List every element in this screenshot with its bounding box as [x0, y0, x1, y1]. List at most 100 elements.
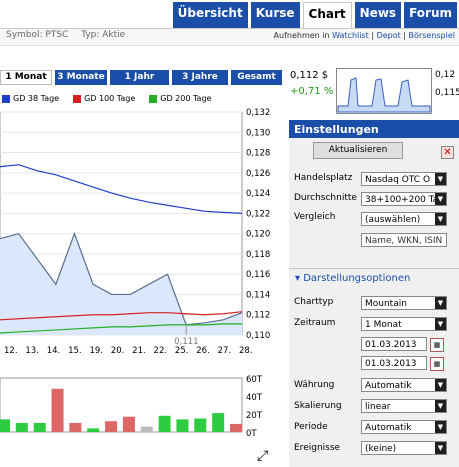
x-tick-label: 15. [68, 346, 82, 356]
price-chart[interactable]: 0,132 0,130 0,128 0,126 0,124 0,122 0,120 0,118… [0, 108, 285, 448]
legend-swatch-gd38 [2, 94, 10, 103]
price-value: 0,112 $ [290, 70, 329, 81]
vergleich-select[interactable]: (auswählen) ▼ [361, 212, 447, 226]
sparkline[interactable] [336, 68, 432, 114]
chart-legend: GD 38 Tage GD 100 Tage GD 200 Tage [2, 94, 211, 103]
zeitraum-select[interactable]: 1 Monat ▼ [361, 317, 447, 331]
tab-news[interactable]: News [354, 2, 402, 28]
volume-bar [158, 415, 171, 432]
x-tick-label: 28. [239, 346, 253, 356]
symbol-label: Symbol: PTSC [6, 30, 69, 40]
x-tick-label: 20. [111, 346, 125, 356]
tab-chart[interactable]: Chart [302, 2, 352, 28]
durchschnitte-label: Durchschnitte [294, 193, 357, 203]
volume-bar [0, 419, 10, 432]
boersenspiel-link[interactable]: Börsenspiel [409, 31, 455, 40]
charttyp-value: Mountain [365, 299, 407, 309]
y-tick-label: 0,114 [246, 290, 270, 300]
volume-bar [87, 428, 100, 432]
legend-label-gd100: GD 100 Tage [84, 94, 136, 103]
price-change: +0,71 % [290, 86, 334, 97]
volume-bar [140, 426, 153, 432]
durchschnitte-select[interactable]: 38+100+200 Ta ▼ [361, 192, 447, 206]
chevron-down-icon: ▼ [435, 297, 446, 309]
vergleich-search-input[interactable]: Name, WKN, ISIN [361, 233, 447, 247]
range-3-monate[interactable]: 3 Monate [55, 70, 107, 85]
volume-bar [15, 423, 28, 432]
volume-bar [194, 418, 207, 432]
range-1-jahr[interactable]: 1 Jahr [110, 70, 169, 85]
main-nav: Übersicht Kurse Chart News Forum [172, 2, 457, 28]
y-tick-label: 0,120 [246, 230, 270, 240]
chevron-down-icon: ▼ [435, 213, 446, 225]
waehrung-select[interactable]: Automatik ▼ [361, 378, 447, 392]
zeitraum-label: Zeitraum [294, 318, 336, 328]
date-to-input[interactable]: 01.03.2013 [361, 356, 427, 370]
expand-icon[interactable]: ⤢ [257, 448, 268, 464]
x-tick-label: 25. [175, 346, 189, 356]
tab-uebersicht[interactable]: Übersicht [172, 2, 248, 28]
range-1-monat[interactable]: 1 Monat [0, 70, 52, 85]
watchlist-link[interactable]: Watchlist [332, 31, 369, 40]
range-3-jahre[interactable]: 3 Jahre [172, 70, 228, 85]
legend-swatch-gd200 [149, 94, 158, 103]
periode-label: Periode [294, 422, 328, 432]
y-tick-label: 0,122 [246, 209, 270, 219]
tab-forum[interactable]: Forum [404, 2, 457, 28]
durchschnitte-value: 38+100+200 Ta [365, 195, 439, 205]
y-tick-label: 0,116 [246, 270, 270, 280]
calendar-icon[interactable]: ▦ [430, 338, 444, 352]
x-tick-label: 12. [4, 346, 18, 356]
volume-tick-label: 40T [246, 393, 263, 403]
skalierung-select[interactable]: linear ▼ [361, 399, 447, 413]
legend-gd38: GD 38 Tage [2, 94, 59, 103]
x-tick-label: 26. [196, 346, 210, 356]
range-tabs: 1 Monat 3 Monate 1 Jahr 3 Jahre Gesamt [0, 70, 282, 85]
volume-bar [105, 421, 118, 432]
zeitraum-value: 1 Monat [365, 320, 402, 330]
y-tick-label: 0,124 [246, 189, 270, 199]
ereignisse-select[interactable]: (keine) ▼ [361, 441, 447, 455]
y-tick-label: 0,126 [246, 169, 270, 179]
volume-bar [230, 423, 242, 432]
chevron-down-icon: ▼ [435, 442, 446, 454]
range-gesamt[interactable]: Gesamt [231, 70, 282, 85]
settings-panel: Einstellungen Aktualisieren ✕ Handelspla… [289, 120, 459, 467]
charttyp-select[interactable]: Mountain ▼ [361, 296, 447, 310]
tab-kurse[interactable]: Kurse [250, 2, 300, 28]
volume-bar [122, 416, 135, 432]
chevron-down-icon: ▼ [435, 173, 446, 185]
watch-prefix: Aufnehmen in [273, 31, 330, 40]
charttyp-label: Charttyp [294, 297, 334, 307]
depot-link[interactable]: Depot [377, 31, 401, 40]
volume-tick-label: 0T [246, 429, 257, 439]
volume-tick-label: 60T [246, 375, 263, 385]
waehrung-value: Automatik [365, 381, 412, 391]
divider [289, 268, 459, 269]
legend-label-gd38: GD 38 Tage [13, 94, 60, 103]
legend-swatch-gd100 [73, 94, 82, 103]
legend-label-gd200: GD 200 Tage [160, 94, 212, 103]
volume-bar [176, 419, 189, 432]
calendar-icon[interactable]: ▦ [430, 357, 444, 371]
vergleich-value: (auswählen) [365, 215, 421, 225]
reset-icon[interactable]: ✕ [441, 146, 454, 159]
darstellungsoptionen-toggle[interactable]: ▾ Darstellungsoptionen [295, 273, 410, 284]
settings-title: Einstellungen [289, 120, 459, 138]
date-from-input[interactable]: 01.03.2013 [361, 337, 427, 351]
refresh-button[interactable]: Aktualisieren [313, 142, 403, 159]
symbol-info: Symbol: PTSC Typ: Aktie [6, 30, 135, 40]
periode-value: Automatik [365, 423, 412, 433]
handelsplatz-select[interactable]: Nasdaq OTC O ▼ [361, 172, 447, 186]
volume-bar [51, 388, 64, 432]
x-tick-label: 19. [89, 346, 103, 356]
y-tick-label: 0,110 [246, 331, 270, 341]
chevron-down-icon: ▼ [435, 193, 446, 205]
handelsplatz-value: Nasdaq OTC O [365, 175, 431, 185]
x-tick-label: 21. [132, 346, 146, 356]
chevron-down-icon: ▼ [435, 400, 446, 412]
periode-select[interactable]: Automatik ▼ [361, 420, 447, 434]
legend-gd200: GD 200 Tage [149, 94, 211, 103]
x-tick-label: 27. [218, 346, 232, 356]
chevron-down-icon: ▼ [435, 379, 446, 391]
